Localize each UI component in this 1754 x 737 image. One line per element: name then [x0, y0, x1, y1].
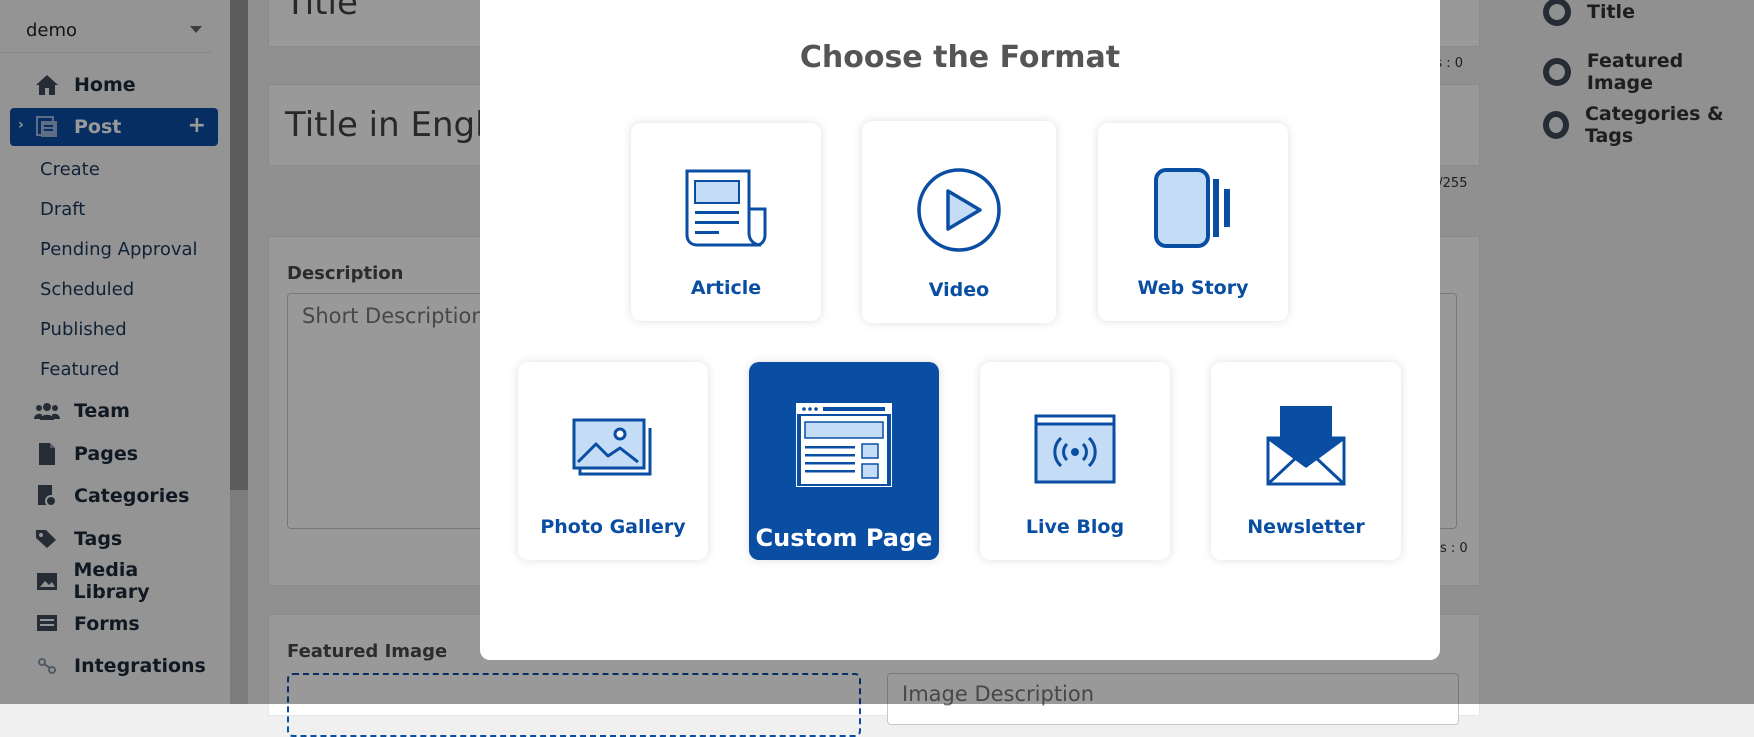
format-label: Live Blog — [1025, 516, 1125, 538]
article-icon — [685, 169, 767, 247]
format-article-card[interactable]: Article — [631, 123, 821, 321]
format-custom-page-card[interactable]: Custom Page — [749, 362, 939, 560]
format-label: Video — [928, 279, 990, 301]
newsletter-icon — [1266, 406, 1346, 486]
format-label: Custom Page — [755, 524, 933, 552]
live-blog-icon — [1034, 414, 1116, 484]
format-label: Newsletter — [1247, 516, 1365, 538]
format-web-story-card[interactable]: Web Story — [1098, 123, 1288, 321]
format-label: Web Story — [1137, 277, 1249, 299]
format-photo-gallery-card[interactable]: Photo Gallery — [518, 362, 708, 560]
photo-gallery-icon — [572, 418, 652, 476]
web-story-icon — [1154, 168, 1230, 248]
video-icon — [917, 168, 1001, 252]
format-video-card[interactable]: Video — [862, 121, 1056, 323]
choose-format-modal: Choose the Format Article Video Web Stor… — [480, 0, 1440, 660]
format-live-blog-card[interactable]: Live Blog — [980, 362, 1170, 560]
custom-page-icon — [796, 403, 892, 487]
format-newsletter-card[interactable]: Newsletter — [1211, 362, 1401, 560]
modal-title: Choose the Format — [799, 40, 1121, 75]
format-label: Photo Gallery — [540, 516, 686, 538]
format-label: Article — [690, 277, 762, 299]
